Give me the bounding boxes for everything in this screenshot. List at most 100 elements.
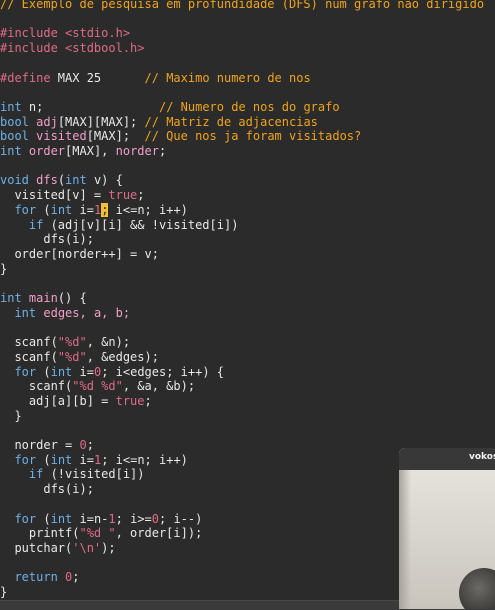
- code-token: i=n-: [72, 511, 109, 526]
- code-token: [MAX];: [86, 129, 145, 144]
- video-call-window[interactable]: vokos: [399, 448, 495, 609]
- code-token: );: [101, 540, 116, 555]
- code-line[interactable]: scanf("%d", &edges);: [0, 350, 159, 365]
- code-token: }: [0, 261, 8, 276]
- code-token: dfs(i);: [0, 482, 94, 497]
- code-line[interactable]: int n; // Numero de nos do grafo: [0, 100, 340, 115]
- code-token: // Maximo numero de nos: [144, 70, 311, 85]
- code-token: void: [0, 173, 29, 188]
- code-token: , &n);: [86, 335, 131, 350]
- code-token: main: [21, 291, 58, 305]
- code-token: int: [0, 291, 22, 305]
- code-line[interactable]: scanf("%d %d", &a, &b);: [0, 379, 195, 394]
- code-token: #include: [0, 41, 66, 56]
- code-line[interactable]: for (int i=1; i<=n; i++): [0, 452, 188, 468]
- code-token: edges, a, b;: [36, 305, 131, 320]
- code-token: i<=n; i++): [108, 202, 188, 217]
- code-token: scanf(: [0, 379, 73, 394]
- code-token: (: [57, 173, 66, 188]
- code-line[interactable]: if (!visited[i]): [0, 467, 145, 482]
- code-line[interactable]: #include <stdio.h>: [0, 26, 130, 41]
- code-line[interactable]: adj[a][b] = true;: [0, 394, 152, 409]
- code-token: norder =: [0, 438, 80, 452]
- code-token: "%d": [57, 335, 87, 350]
- code-line[interactable]: int main() {: [0, 291, 87, 306]
- code-token: // Que nos ja foram visitados?: [144, 129, 362, 144]
- code-line[interactable]: int order[MAX], norder;: [0, 144, 166, 159]
- code-token: (: [36, 452, 51, 467]
- code-line[interactable]: dfs(i);: [0, 232, 94, 247]
- code-token: norder: [115, 144, 159, 158]
- code-token: true: [115, 393, 145, 408]
- code-line[interactable]: void dfs(int v) {: [0, 173, 123, 188]
- code-line[interactable]: }: [0, 262, 7, 277]
- code-token: "%d %d": [72, 379, 123, 394]
- code-token: (: [36, 511, 51, 526]
- code-line[interactable]: for (int i=1; i<=n; i++): [0, 202, 188, 218]
- code-token: bool: [0, 114, 29, 129]
- code-token: ; i<edges; i++) {: [101, 364, 225, 379]
- code-line[interactable]: dfs(i);: [0, 482, 94, 497]
- code-line[interactable]: bool adj[MAX][MAX]; // Matriz de adjacen…: [0, 115, 318, 130]
- code-token: putchar(: [0, 540, 73, 555]
- code-token: // Matriz de adjacencias: [144, 114, 318, 129]
- code-line[interactable]: for (int i=n-1; i>=0; i--): [0, 512, 202, 527]
- code-line[interactable]: #define MAX 25 // Maximo numero de nos: [0, 71, 311, 86]
- code-token: 0: [151, 511, 159, 526]
- video-feed-shadow: [399, 470, 411, 609]
- code-line[interactable]: if (adj[v][i] && !visited[i]): [0, 217, 239, 233]
- code-token: order[norder++] = v;: [0, 246, 159, 261]
- code-line[interactable]: bool visited[MAX]; // Que nos ja foram v…: [0, 129, 361, 144]
- code-line[interactable]: norder = 0;: [0, 438, 94, 453]
- code-token: for: [14, 202, 37, 217]
- code-line[interactable]: order[norder++] = v;: [0, 247, 159, 262]
- code-token: i=: [72, 364, 94, 379]
- code-line[interactable]: // Exemplo de pesquisa em profundidade (…: [0, 0, 484, 12]
- code-line[interactable]: printf("%d ", order[i]);: [0, 526, 202, 541]
- video-window-titlebar[interactable]: vokos: [399, 448, 495, 470]
- code-token: 0: [79, 438, 87, 452]
- code-token: , &edges);: [86, 349, 159, 364]
- code-token: (: [36, 202, 51, 217]
- code-token: if: [28, 217, 44, 232]
- code-line[interactable]: }: [0, 585, 7, 600]
- code-line[interactable]: putchar('\n');: [0, 540, 116, 556]
- code-token: (adj[v][i] && !visited[i]): [43, 217, 239, 232]
- code-token: int: [50, 511, 73, 526]
- code-token: printf(: [0, 526, 80, 541]
- code-token: bool: [0, 129, 29, 144]
- code-line[interactable]: #include <stdbool.h>: [0, 41, 145, 56]
- code-token: // Exemplo de pesquisa em profundidade (…: [0, 0, 485, 11]
- code-token: [MAX],: [65, 144, 116, 158]
- code-token: int: [65, 173, 87, 188]
- code-token: v) {: [86, 173, 123, 188]
- code-token: (!visited[i]): [43, 467, 145, 482]
- code-line[interactable]: scanf("%d", &n);: [0, 335, 130, 350]
- code-token: ; i>=: [115, 511, 152, 526]
- code-token: ; i<=n; i++): [101, 452, 188, 467]
- code-token: return: [14, 570, 58, 585]
- code-line[interactable]: int edges, a, b;: [0, 306, 130, 321]
- code-token: scanf(: [0, 335, 58, 350]
- code-token: for: [14, 364, 37, 379]
- code-line[interactable]: return 0;: [0, 570, 79, 585]
- code-token: '\n': [72, 540, 102, 555]
- video-window-title: vokos: [469, 452, 495, 462]
- code-token: ;: [158, 144, 167, 158]
- code-line[interactable]: }: [0, 409, 21, 424]
- code-token: ;: [144, 393, 152, 408]
- code-token: adj: [28, 114, 58, 129]
- code-token: ;: [137, 188, 145, 203]
- code-token: [MAX][MAX];: [57, 114, 145, 129]
- code-line[interactable]: for (int i=0; i<edges; i++) {: [0, 365, 224, 380]
- code-token: 1: [108, 511, 116, 526]
- code-line[interactable]: visited[v] = true;: [0, 188, 145, 203]
